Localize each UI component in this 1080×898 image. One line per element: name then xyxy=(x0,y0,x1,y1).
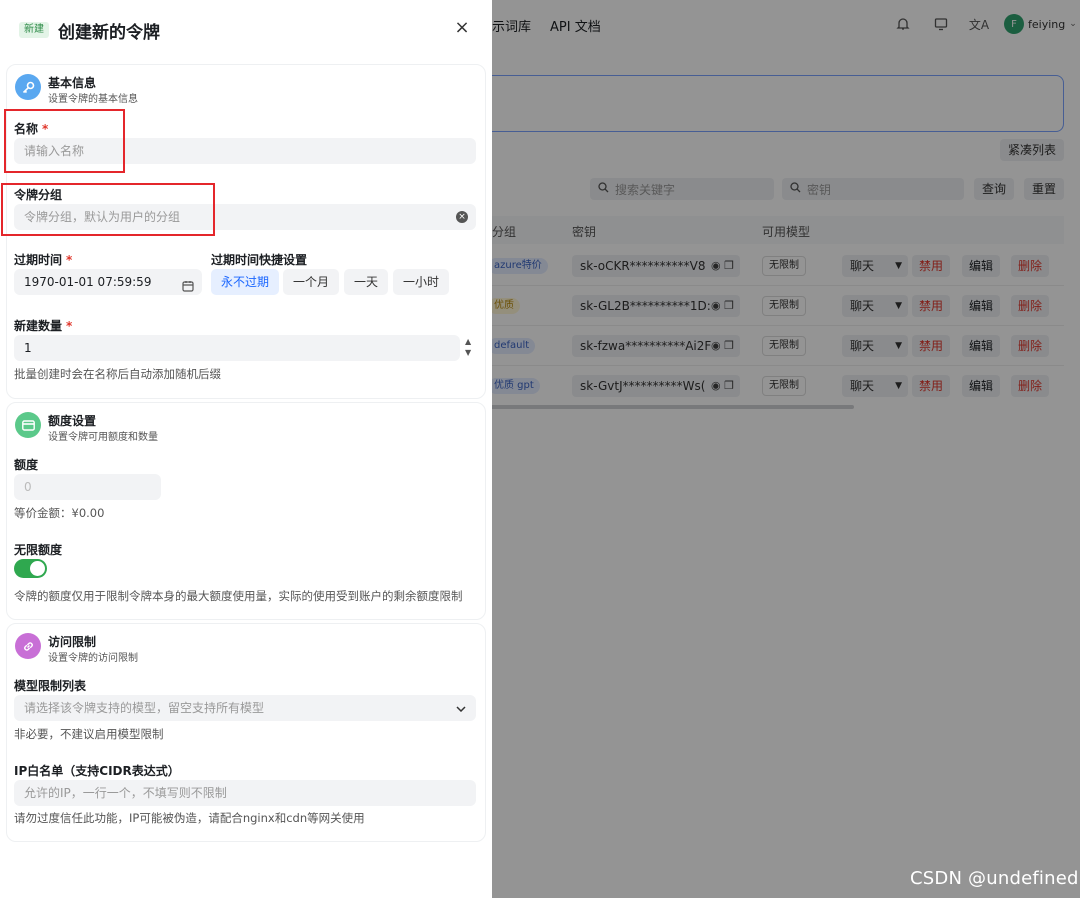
card-title: 访问限制 xyxy=(48,635,97,649)
close-button[interactable]: × xyxy=(452,18,472,38)
chevron-down-icon xyxy=(456,695,466,721)
link-icon xyxy=(15,633,41,659)
count-label-text: 新建数量 xyxy=(14,319,63,333)
quota-label: 额度 xyxy=(14,458,39,472)
ip-whitelist-textarea[interactable]: 允许的IP，一行一个，不填写则不限制 xyxy=(14,780,476,806)
equivalent-amount: 等价金额：¥0.00 xyxy=(14,506,105,520)
model-limit-label: 模型限制列表 xyxy=(14,679,87,693)
quick-never-button[interactable]: 永不过期 xyxy=(211,269,280,295)
sheet-title: 创建新的令牌 xyxy=(58,23,160,43)
count-hint: 批量创建时会在名称后自动添加随机后缀 xyxy=(14,367,221,381)
sheet-header: 新建 创建新的令牌 × xyxy=(0,0,492,58)
credit-card-icon xyxy=(15,412,41,438)
expire-label-text: 过期时间 xyxy=(14,253,63,267)
expire-value: 1970-01-01 07:59:59 xyxy=(24,275,152,289)
card-subtitle: 设置令牌可用额度和数量 xyxy=(48,432,158,443)
create-token-sheet: 新建 创建新的令牌 × 基本信息 设置令牌的基本信息 名称 * 请输入名称 令牌分… xyxy=(0,0,492,898)
count-label: 新建数量 * xyxy=(14,319,73,333)
card-subtitle: 设置令牌的基本信息 xyxy=(48,94,138,105)
clear-icon[interactable]: × xyxy=(456,211,468,223)
expire-label: 过期时间 * xyxy=(14,253,73,267)
quick-hour-button[interactable]: 一小时 xyxy=(393,269,450,295)
stepper-icon[interactable]: ▲ ▼ xyxy=(465,336,471,358)
model-limit-placeholder: 请选择该令牌支持的模型，留空支持所有模型 xyxy=(24,701,265,715)
ip-whitelist-label: IP白名单（支持CIDR表达式） xyxy=(14,764,180,778)
quick-expire-label: 过期时间快捷设置 xyxy=(211,253,308,267)
card-subtitle: 设置令牌的访问限制 xyxy=(48,653,138,664)
expire-datetime-picker[interactable]: 1970-01-01 07:59:59 xyxy=(14,269,202,295)
unlimited-quota-toggle[interactable] xyxy=(14,559,47,578)
unlimited-label: 无限额度 xyxy=(14,543,63,557)
unlimited-hint: 令牌的额度仅用于限制令牌本身的最大额度使用量，实际的使用受到账户的剩余额度限制 xyxy=(14,589,463,603)
annotation-box xyxy=(4,109,125,173)
card-title: 基本信息 xyxy=(48,76,97,90)
annotation-box xyxy=(1,183,215,236)
toggle-knob xyxy=(30,561,45,576)
calendar-icon[interactable] xyxy=(182,275,194,301)
quota-input[interactable]: 0 xyxy=(14,474,161,500)
model-limit-hint: 非必要，不建议启用模型限制 xyxy=(14,727,164,741)
quick-month-button[interactable]: 一个月 xyxy=(283,269,340,295)
watermark: CSDN @undefined xyxy=(910,868,1079,889)
count-input[interactable]: 1 xyxy=(14,335,460,361)
key-icon xyxy=(15,74,41,100)
new-badge: 新建 xyxy=(19,22,49,38)
model-limit-select[interactable]: 请选择该令牌支持的模型，留空支持所有模型 xyxy=(14,695,476,721)
quick-day-button[interactable]: 一天 xyxy=(344,269,389,295)
card-title: 额度设置 xyxy=(48,414,97,428)
ip-whitelist-hint: 请勿过度信任此功能，IP可能被伪造，请配合nginx和cdn等网关使用 xyxy=(14,811,365,825)
